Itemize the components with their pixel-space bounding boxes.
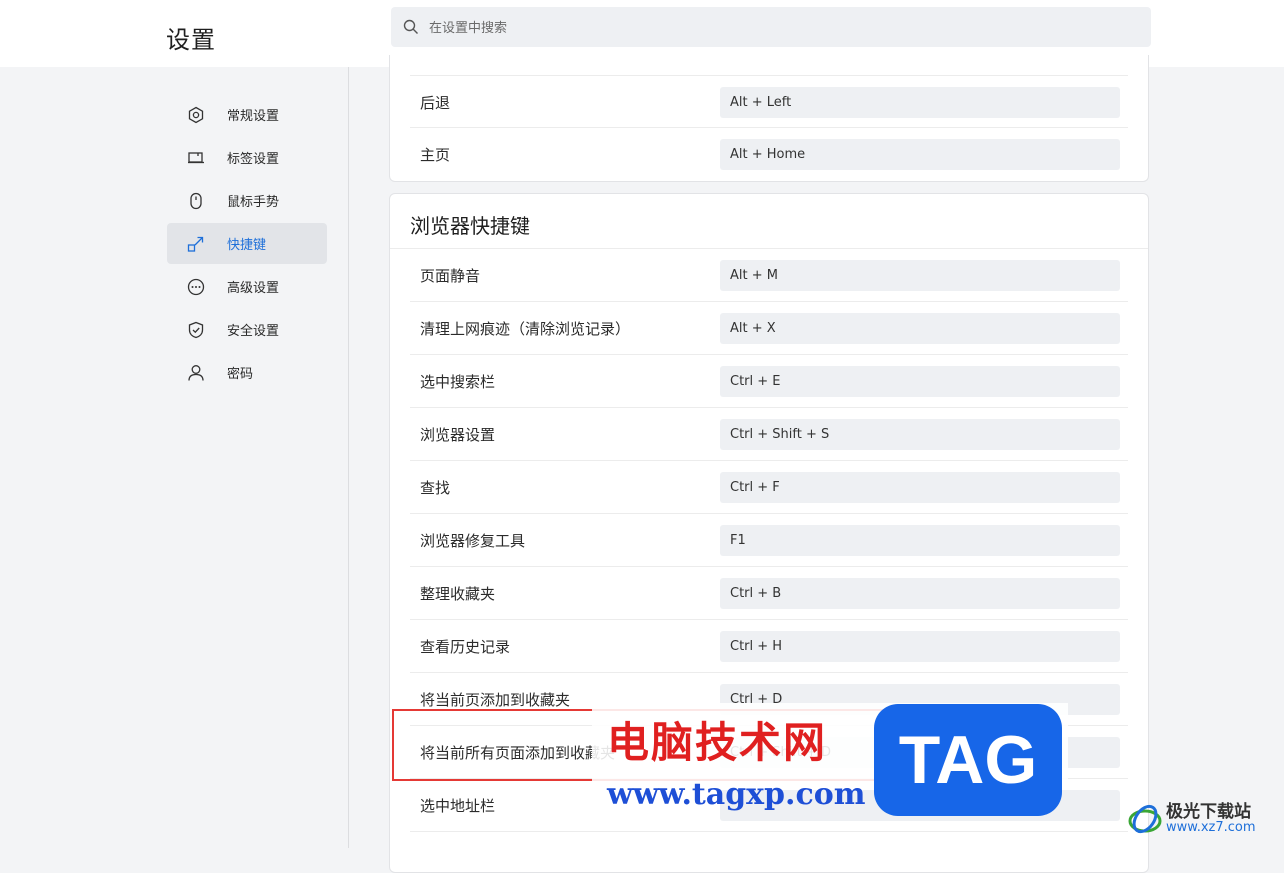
sidebar-divider — [348, 67, 349, 848]
sidebar-item-label: 快捷键 — [227, 238, 267, 253]
shortcut-label: 将当前所有页面添加到收藏夹 — [420, 744, 616, 762]
watermark-site-name: 极光下载站 — [1166, 802, 1251, 822]
search-box[interactable] — [391, 7, 1151, 49]
shortcut-label: 查看历史记录 — [420, 638, 511, 656]
search-input[interactable] — [427, 7, 1131, 49]
sidebar-item-password[interactable]: 密码 — [167, 352, 327, 393]
more-dots-icon — [187, 278, 205, 296]
shortcut-key-field[interactable]: Ctrl + Shift + D — [720, 737, 1120, 768]
shortcut-row: 选中地址栏 — [410, 779, 1128, 832]
shortcut-key-field[interactable]: Alt + Left — [720, 87, 1120, 118]
sidebar-item-label: 鼠标手势 — [227, 195, 280, 210]
sidebar-item-label: 安全设置 — [227, 324, 280, 339]
shortcut-label: 页面静音 — [420, 267, 481, 285]
shield-check-icon — [188, 321, 204, 339]
shortcut-row: 查看历史记录 Ctrl + H — [410, 620, 1128, 673]
sidebar-item-mouse-gestures[interactable]: 鼠标手势 — [167, 180, 327, 221]
hexagon-settings-icon — [188, 106, 204, 124]
shortcut-row: 查找 Ctrl + F — [410, 461, 1128, 514]
page-title: 设置 — [166, 26, 216, 54]
shortcut-key-field[interactable] — [720, 790, 1120, 821]
shortcut-key-field[interactable]: Ctrl + H — [720, 631, 1120, 662]
shortcut-label: 整理收藏夹 — [420, 585, 496, 603]
shortcut-label: 清理上网痕迹（清除浏览记录） — [420, 320, 631, 338]
shortcut-row: 主页 Alt + Home — [410, 128, 1128, 181]
shortcut-key-field[interactable]: Ctrl + F — [720, 472, 1120, 503]
shortcut-key-field[interactable]: Ctrl + D — [720, 684, 1120, 715]
shortcut-key-field[interactable]: Ctrl + Shift + S — [720, 419, 1120, 450]
shortcut-key-field[interactable]: F1 — [720, 525, 1120, 556]
shortcut-key-field[interactable]: Alt + X — [720, 313, 1120, 344]
shortcut-label: 查找 — [420, 479, 451, 497]
shortcut-label: 将当前页添加到收藏夹 — [420, 691, 571, 709]
sidebar-nav: 常规设置 标签设置 鼠标手势 快捷键 高级设置 安全设置 密码 — [167, 94, 327, 395]
shortcut-row: 将当前页添加到收藏夹 Ctrl + D — [410, 673, 1128, 726]
shortcut-label: 选中搜索栏 — [420, 373, 496, 391]
sidebar-item-shortcuts[interactable]: 快捷键 — [167, 223, 327, 264]
section-heading: 浏览器快捷键 — [410, 214, 530, 238]
watermark-site-logo: 极光下载站 www.xz7.com — [1128, 797, 1276, 841]
shortcut-label: 后退 — [420, 94, 451, 112]
browser-shortcuts-card: 浏览器快捷键 页面静音 Alt + M 清理上网痕迹（清除浏览记录） Alt +… — [389, 193, 1149, 873]
shortcut-key-field[interactable]: Ctrl + B — [720, 578, 1120, 609]
sidebar-item-label: 密码 — [227, 367, 254, 382]
shortcut-label: 浏览器设置 — [420, 426, 496, 444]
sidebar-item-tabs[interactable]: 标签设置 — [167, 137, 327, 178]
shortcut-row: 页面静音 Alt + M — [410, 249, 1128, 302]
shortcut-key-field[interactable]: Alt + M — [720, 260, 1120, 291]
shortcut-row: 清理上网痕迹（清除浏览记录） Alt + X — [410, 302, 1128, 355]
sidebar-item-label: 常规设置 — [227, 109, 280, 124]
shortcut-row: 选中搜索栏 Ctrl + E — [410, 355, 1128, 408]
shortcut-arrow-icon — [187, 236, 204, 252]
shortcut-key-field[interactable]: Ctrl + E — [720, 366, 1120, 397]
sidebar-item-security[interactable]: 安全设置 — [167, 309, 327, 350]
sidebar-item-general[interactable]: 常规设置 — [167, 94, 327, 135]
navigation-shortcuts-card: 后退 Alt + Left 主页 Alt + Home — [389, 55, 1149, 182]
tab-icon — [188, 152, 204, 164]
shortcut-label: 浏览器修复工具 — [420, 532, 526, 550]
shortcut-label: 主页 — [420, 146, 451, 164]
shortcut-row: 浏览器修复工具 F1 — [410, 514, 1128, 567]
shortcut-row: 整理收藏夹 Ctrl + B — [410, 567, 1128, 620]
shortcut-label: 选中地址栏 — [420, 797, 496, 815]
person-icon — [188, 365, 204, 381]
watermark-site-url: www.xz7.com — [1166, 820, 1256, 835]
search-icon — [403, 19, 418, 34]
shortcut-row: 浏览器设置 Ctrl + Shift + S — [410, 408, 1128, 461]
sidebar-item-label: 高级设置 — [227, 281, 280, 296]
mouse-icon — [190, 192, 202, 210]
sidebar-item-label: 标签设置 — [227, 152, 280, 167]
shortcut-row: 后退 Alt + Left — [410, 75, 1128, 128]
sidebar-item-advanced[interactable]: 高级设置 — [167, 266, 327, 307]
shortcut-row: 将当前所有页面添加到收藏夹 Ctrl + Shift + D — [410, 726, 1128, 779]
shortcut-key-field[interactable]: Alt + Home — [720, 139, 1120, 170]
